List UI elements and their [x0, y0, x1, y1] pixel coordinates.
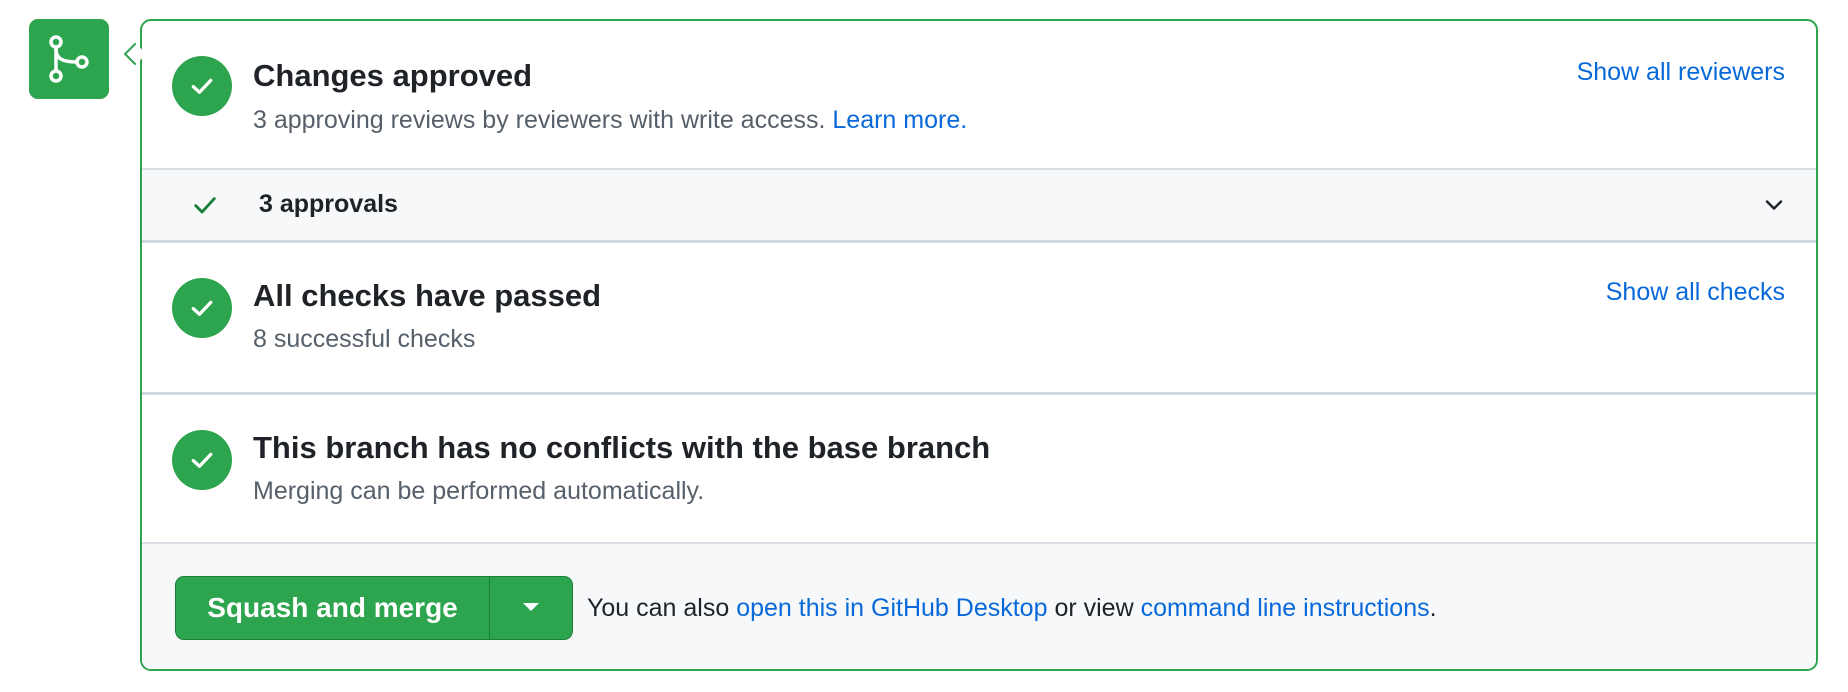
check-icon [191, 191, 219, 224]
reviews-subtitle-text: 3 approving reviews by reviewers with wr… [253, 106, 826, 134]
merge-text-middle: or view [1054, 594, 1134, 622]
merge-alt-text: You can also open this in GitHub Desktop… [587, 594, 1437, 623]
merge-footer: Squash and merge You can also open this … [142, 544, 1816, 669]
merge-text-suffix: . [1429, 594, 1437, 622]
check-circle-icon [172, 430, 232, 490]
reviews-subtitle: 3 approving reviews by reviewers with wr… [253, 106, 967, 135]
chevron-down-icon[interactable] [1762, 193, 1786, 222]
show-all-checks-link[interactable]: Show all checks [1606, 278, 1785, 307]
merge-options-dropdown[interactable] [490, 577, 572, 639]
git-merge-icon [29, 19, 109, 99]
show-all-reviewers-link[interactable]: Show all reviewers [1577, 58, 1785, 87]
squash-and-merge-button[interactable]: Squash and merge [176, 577, 489, 639]
checks-section: All checks have passed 8 successful chec… [142, 243, 1816, 393]
command-line-instructions-link[interactable]: command line instructions [1141, 594, 1430, 622]
reviews-section: Changes approved 3 approving reviews by … [142, 21, 1816, 170]
conflicts-title: This branch has no conflicts with the ba… [253, 430, 991, 465]
triangle-down-icon [522, 599, 540, 617]
conflicts-subtitle: Merging can be performed automatically. [253, 477, 705, 505]
check-circle-icon [172, 56, 232, 116]
merge-text-prefix: You can also [587, 594, 730, 622]
open-in-desktop-link[interactable]: open this in GitHub Desktop [736, 594, 1047, 622]
approvals-toggle-row[interactable]: 3 approvals [142, 170, 1816, 240]
learn-more-link[interactable]: Learn more. [832, 106, 967, 134]
reviews-title: Changes approved [253, 58, 533, 93]
checks-subtitle: 8 successful checks [253, 325, 476, 353]
merge-box: Changes approved 3 approving reviews by … [140, 19, 1818, 671]
checks-title: All checks have passed [253, 278, 602, 313]
conflicts-section: This branch has no conflicts with the ba… [142, 395, 1816, 544]
approvals-label: 3 approvals [259, 190, 398, 218]
merge-button-group: Squash and merge [175, 576, 573, 640]
check-circle-icon [172, 278, 232, 338]
